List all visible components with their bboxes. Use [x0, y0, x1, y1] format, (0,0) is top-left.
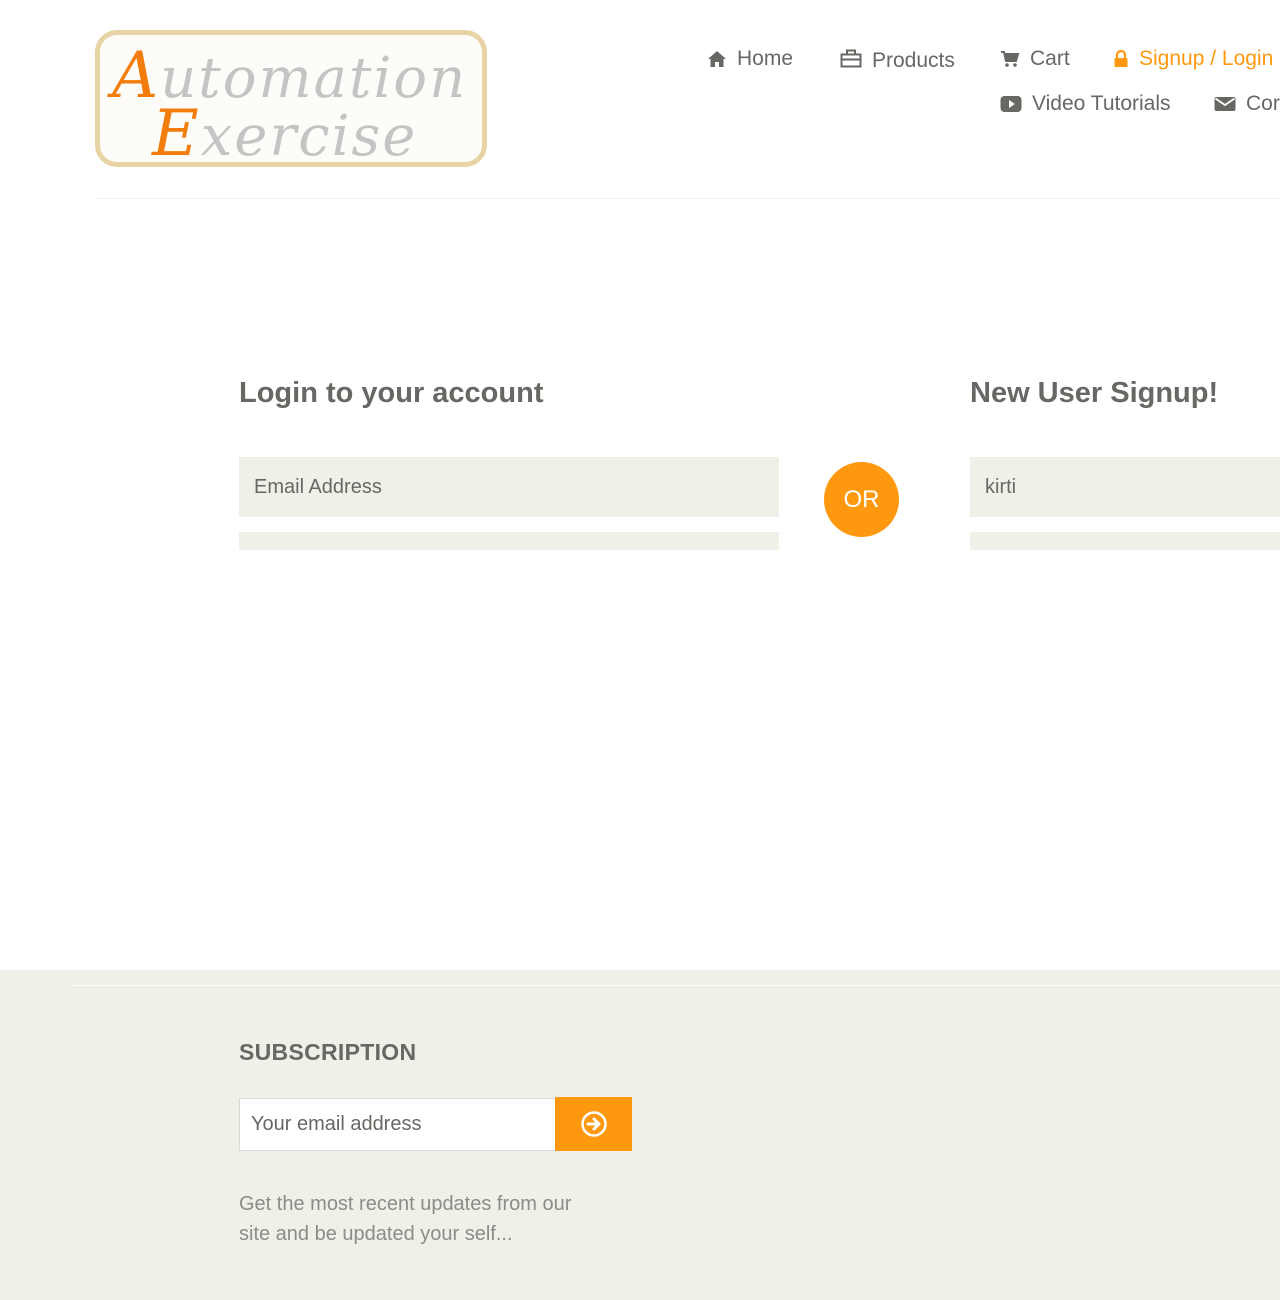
logo-line-2: Exercise	[152, 97, 417, 171]
nav-signup-login-link[interactable]: Signup / Login	[1113, 47, 1273, 71]
nav-home-link[interactable]: Home	[707, 47, 793, 71]
subscription-description: Get the most recent updates from our sit…	[239, 1193, 572, 1245]
or-divider-badge: OR	[824, 462, 899, 537]
nav-products-link[interactable]: Products	[840, 47, 955, 72]
login-password-input[interactable]	[239, 532, 779, 550]
subscribe-button[interactable]	[555, 1097, 632, 1151]
site-footer: SUBSCRIPTION Get the most recent updates…	[0, 970, 1280, 1300]
logo-text-exercise: xercise	[200, 104, 418, 169]
login-form-title: Login to your account	[239, 377, 544, 409]
nav-video-tutorials-link[interactable]: Video Tutorials	[1000, 92, 1171, 116]
lock-icon	[1113, 50, 1129, 68]
nav-contact-link[interactable]: Cor	[1214, 92, 1280, 116]
subscription-title: SUBSCRIPTION	[239, 1039, 417, 1065]
envelope-icon	[1214, 95, 1236, 113]
site-header: Automation Exercise Home Products Cart S…	[0, 0, 1280, 200]
cart-icon	[1000, 50, 1020, 68]
home-icon	[707, 50, 727, 68]
youtube-play-icon	[1000, 95, 1022, 113]
nav-products-label: Products	[872, 49, 955, 72]
briefcase-icon	[840, 49, 862, 69]
logo-initial-e: E	[152, 97, 201, 171]
nav-cart-label: Cart	[1030, 47, 1070, 70]
signup-name-input[interactable]	[970, 457, 1280, 517]
nav-contact-label: Cor	[1246, 92, 1280, 115]
signup-form-title: New User Signup!	[970, 377, 1219, 409]
login-email-input[interactable]	[239, 457, 779, 517]
nav-home-label: Home	[737, 47, 794, 70]
footer-divider	[70, 985, 1280, 986]
header-divider	[95, 198, 1280, 199]
automation-exercise-logo[interactable]: Automation Exercise	[95, 30, 487, 171]
nav-signup-login-label: Signup / Login	[1139, 47, 1274, 70]
arrow-circle-right-icon	[580, 1110, 608, 1138]
signup-email-input[interactable]	[970, 532, 1280, 550]
nav-video-tutorials-label: Video Tutorials	[1032, 92, 1171, 115]
nav-cart-link[interactable]: Cart	[1000, 47, 1070, 71]
subscription-email-input[interactable]	[239, 1098, 556, 1151]
